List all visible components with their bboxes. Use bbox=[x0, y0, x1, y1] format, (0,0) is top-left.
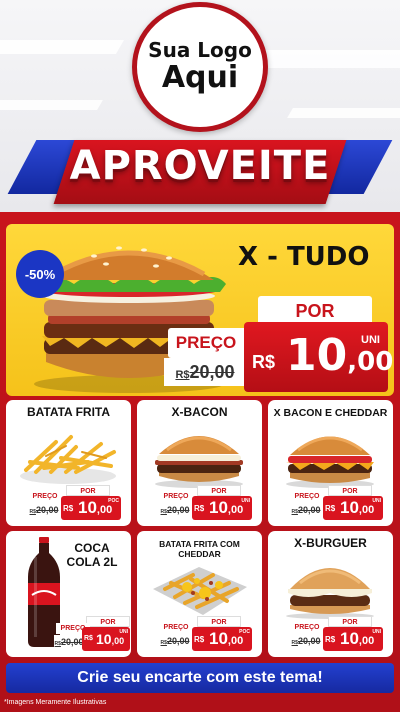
bg-stripe bbox=[0, 100, 103, 110]
product-title: X-BURGUER bbox=[294, 536, 367, 550]
new-price-value: 10,00 bbox=[78, 498, 112, 518]
offers-section: -50% X - TUDO POR PREÇO R$20,00 R$ 10,00… bbox=[0, 212, 400, 712]
old-price-value: 20,00 bbox=[166, 636, 190, 646]
fries-image bbox=[20, 435, 116, 484]
new-price: R$ 10,00 UNI bbox=[82, 627, 130, 651]
old-price-value: 20,00 bbox=[166, 505, 190, 515]
new-price-currency: R$ bbox=[194, 635, 205, 644]
new-price-int: 10 bbox=[340, 498, 359, 517]
new-price-dec: ,00 bbox=[347, 347, 394, 377]
featured-offer[interactable]: -50% X - TUDO POR PREÇO R$20,00 R$ 10,00… bbox=[6, 224, 394, 396]
new-price-dec: ,00 bbox=[227, 635, 244, 647]
logo-text-line1: Sua Logo bbox=[148, 38, 252, 62]
create-flyer-button[interactable]: Crie seu encarte com este tema! bbox=[6, 663, 394, 693]
burger-image bbox=[155, 436, 243, 488]
disclaimer-text: *Imagens Meramente Ilustrativas bbox=[4, 699, 107, 706]
product-title: COCA COLA 2L bbox=[66, 541, 118, 569]
product-title: X-BACON bbox=[171, 405, 228, 419]
new-price-currency: R$ bbox=[194, 504, 205, 513]
unit-label: POC bbox=[108, 498, 119, 504]
preco-label: PREÇO bbox=[290, 491, 324, 502]
old-price: R$20,00 bbox=[288, 634, 324, 648]
unit-label: UNI bbox=[241, 498, 250, 504]
logo-text-line2: Aqui bbox=[161, 60, 239, 95]
bg-stripe bbox=[287, 108, 400, 118]
unit-label: POC bbox=[239, 629, 250, 635]
new-price: R$ 10,00 POC bbox=[61, 496, 121, 520]
new-price-value: 10,00 bbox=[340, 629, 374, 649]
unit-label: UNI bbox=[361, 334, 380, 346]
preco-label: PREÇO bbox=[168, 328, 244, 358]
new-price-currency: R$ bbox=[84, 635, 93, 642]
new-price: R$ 10,00 UNI bbox=[323, 627, 383, 651]
por-label: POR bbox=[66, 485, 110, 496]
bg-stripe bbox=[254, 50, 400, 68]
old-price-currency: R$ bbox=[175, 369, 190, 381]
product-card-batata-frita[interactable]: BATATA FRITA POR PREÇO R$20,00 R$ 10,00 … bbox=[6, 400, 131, 526]
new-price: R$ 10,00 POC bbox=[192, 627, 252, 651]
por-label: POR bbox=[197, 616, 241, 627]
discount-badge: -50% bbox=[16, 250, 64, 298]
preco-label: PREÇO bbox=[290, 622, 324, 633]
por-label: POR bbox=[197, 485, 241, 496]
unit-label: UNI bbox=[119, 629, 128, 635]
new-price-dec: ,00 bbox=[358, 635, 375, 647]
logo-placeholder[interactable]: Sua Logo Aqui bbox=[132, 2, 268, 132]
fries-cheddar-image bbox=[153, 567, 247, 615]
product-card-x-burguer[interactable]: X-BURGUER POR PREÇO R$20,00 R$ 10,00 UNI bbox=[268, 531, 393, 657]
product-title: BATATA FRITA bbox=[26, 405, 111, 419]
new-price-currency: R$ bbox=[252, 352, 276, 372]
preco-label: PREÇO bbox=[28, 491, 62, 502]
old-price-value: 20,00 bbox=[297, 505, 321, 515]
new-price-int: 10 bbox=[286, 330, 348, 381]
product-card-x-bacon-cheddar[interactable]: X BACON E CHEDDAR POR PREÇO R$20,00 R$ 1… bbox=[268, 400, 393, 526]
new-price-dec: ,00 bbox=[111, 636, 125, 646]
featured-title: X - TUDO bbox=[238, 242, 370, 272]
preco-label: PREÇO bbox=[159, 491, 193, 502]
new-price-int: 10 bbox=[209, 498, 228, 517]
new-price: R$ 10,00 UNI bbox=[192, 496, 252, 520]
old-price: R$20,00 bbox=[54, 635, 84, 649]
preco-label: PREÇO bbox=[159, 622, 193, 633]
old-price: R$20,00 bbox=[157, 503, 193, 517]
new-price: R$ 10,00 UNI bbox=[244, 322, 393, 392]
old-price: R$20,00 bbox=[164, 358, 246, 386]
product-card-coca-cola[interactable]: COCA COLA 2L POR PREÇO R$20,00 R$ 10,00 … bbox=[6, 531, 131, 657]
old-price-value: 20,00 bbox=[297, 636, 321, 646]
new-price-value: 10,00 bbox=[340, 498, 374, 518]
por-label: POR bbox=[328, 485, 372, 496]
new-price-currency: R$ bbox=[325, 635, 336, 644]
new-price-int: 10 bbox=[340, 629, 359, 648]
unit-label: UNI bbox=[372, 498, 381, 504]
product-card-x-bacon[interactable]: X-BACON POR PREÇO R$20,00 R$ 10,00 UNI bbox=[137, 400, 262, 526]
por-label: POR bbox=[86, 616, 130, 627]
new-price-value: 10,00 bbox=[209, 498, 243, 518]
unit-label: UNI bbox=[372, 629, 381, 635]
header: Sua Logo Aqui APROVEITE bbox=[0, 0, 400, 212]
new-price-value: 10,00 bbox=[209, 629, 243, 649]
new-price-int: 10 bbox=[78, 498, 97, 517]
new-price-int: 10 bbox=[209, 629, 228, 648]
old-price-value: 20,00 bbox=[189, 362, 235, 382]
old-price: R$20,00 bbox=[157, 634, 193, 648]
new-price: R$ 10,00 UNI bbox=[323, 496, 383, 520]
new-price-int: 10 bbox=[96, 631, 112, 647]
product-card-batata-cheddar[interactable]: BATATA FRITA COM CHEDDAR POR PREÇO R$20,… bbox=[137, 531, 262, 657]
banner-title: APROVEITE bbox=[69, 143, 331, 189]
por-label: POR bbox=[328, 616, 372, 627]
old-price: R$20,00 bbox=[288, 503, 324, 517]
product-title: X BACON E CHEDDAR bbox=[273, 407, 388, 419]
new-price-currency: R$ bbox=[325, 504, 336, 513]
new-price-currency: R$ bbox=[63, 504, 74, 513]
old-price-value: 20,00 bbox=[60, 637, 84, 647]
old-price-value: 20,00 bbox=[35, 505, 59, 515]
new-price-dec: ,00 bbox=[96, 504, 113, 516]
old-price: R$20,00 bbox=[26, 503, 62, 517]
burger-image bbox=[286, 568, 374, 619]
bg-stripe bbox=[0, 40, 125, 54]
new-price-dec: ,00 bbox=[358, 504, 375, 516]
new-price-dec: ,00 bbox=[227, 504, 244, 516]
burger-image bbox=[286, 436, 374, 488]
